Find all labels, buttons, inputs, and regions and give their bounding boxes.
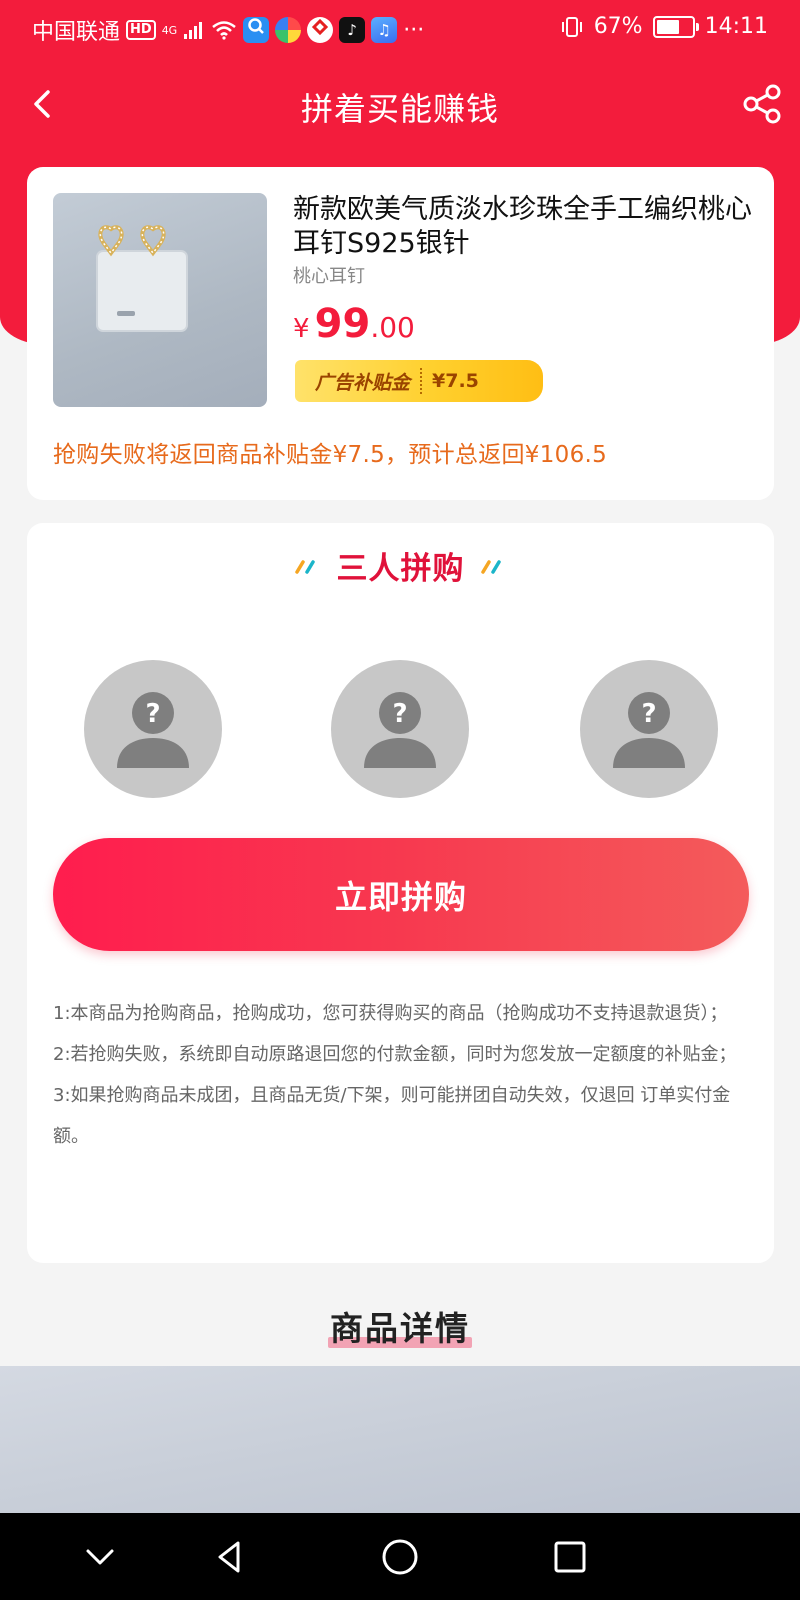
product-image[interactable] <box>53 193 267 407</box>
hd-badge: HD <box>126 20 156 40</box>
tiktok-icon: ♪ <box>339 17 366 43</box>
home-circle-icon[interactable] <box>378 1535 422 1579</box>
empty-member-slot[interactable]: ? <box>580 660 718 798</box>
wifi-icon <box>212 21 237 40</box>
group-buy-title: 三人拼购 <box>336 551 465 587</box>
rule-item: 3:如果抢购商品未成团，且商品无货/下架，则可能拼团自动失效，仅退回 订单实付金… <box>53 1085 731 1147</box>
slash-decoration-icon <box>294 559 315 574</box>
recent-apps-square-icon[interactable] <box>548 1535 592 1579</box>
chevron-down-icon[interactable] <box>78 1535 122 1579</box>
product-title[interactable]: 新款欧美气质淡水珍珠全手工编织桃心耳钉S925银针 <box>293 193 753 261</box>
system-nav-bar <box>0 1513 800 1600</box>
product-details-header: 商品详情 <box>0 1302 800 1350</box>
slot-question-mark: ? <box>641 699 656 729</box>
price-integer: 99 <box>314 301 371 347</box>
clock: 14:11 <box>704 14 768 39</box>
ad-subsidy-badge: 广告补贴金 ¥7.5 <box>295 360 543 402</box>
ad-subsidy-divider <box>420 368 423 394</box>
music-app-icon: ♫ <box>371 17 398 43</box>
page-title: 拼着买能赚钱 <box>300 90 499 128</box>
status-bar-right: 67% 14:11 <box>560 14 768 39</box>
product-details-title: 商品详情 <box>328 1302 472 1350</box>
rule-item: 1:本商品为抢购商品，抢购成功，您可获得购买的商品（抢购成功不支持退款退货）； <box>53 1003 728 1024</box>
price-currency: ¥ <box>293 314 310 344</box>
slot-question-mark: ? <box>145 699 160 729</box>
battery-icon <box>652 15 699 38</box>
app-notification-icon <box>307 17 334 43</box>
unknown-user-icon: ? <box>613 692 685 768</box>
ad-subsidy-label: 广告补贴金 <box>315 371 411 394</box>
ad-subsidy-value: ¥7.5 <box>432 370 479 392</box>
group-buy-card: 三人拼购 ? ? ? 立即拼购 1:本商品为抢购商品，抢购成功，您可获得购买的商… <box>27 523 774 1263</box>
group-buy-header: 三人拼购 <box>27 543 774 588</box>
signal-icon <box>184 22 203 39</box>
refund-note: 抢购失败将返回商品补贴金¥7.5，预计总返回¥106.5 <box>53 442 608 468</box>
slash-decoration-icon <box>480 559 501 574</box>
battery-level <box>656 19 680 34</box>
app-notification-icon <box>275 17 302 43</box>
nav-bar: 拼着买能赚钱 <box>0 70 800 140</box>
status-bar: 中国联通 HD 4G ♪ ♫ ··· 67% 14:11 <box>0 0 800 55</box>
price-decimal: .00 <box>370 311 415 344</box>
carrier-label: 中国联通 <box>32 20 121 45</box>
status-bar-left: 中国联通 HD 4G ♪ ♫ ··· <box>32 14 424 46</box>
unknown-user-icon: ? <box>117 692 189 768</box>
network-label: 4G <box>161 23 178 37</box>
unknown-user-icon: ? <box>364 692 436 768</box>
product-detail-image <box>0 1366 800 1513</box>
vibrate-icon <box>561 16 582 37</box>
empty-member-slot[interactable]: ? <box>331 660 469 798</box>
app-notification-icon <box>243 17 270 43</box>
product-card[interactable]: 新款欧美气质淡水珍珠全手工编织桃心耳钉S925银针 桃心耳钉 ¥ 99.00 广… <box>27 167 774 500</box>
more-notifications-icon: ··· <box>403 17 425 43</box>
slot-question-mark: ? <box>392 699 407 729</box>
rules-list: 1:本商品为抢购商品，抢购成功，您可获得购买的商品（抢购成功不支持退款退货）； … <box>53 993 753 1157</box>
share-icon[interactable] <box>740 82 784 126</box>
empty-member-slot[interactable]: ? <box>84 660 222 798</box>
product-price: ¥ 99.00 <box>293 301 415 347</box>
earrings-photo <box>96 225 188 332</box>
battery-percent: 67% <box>593 14 643 39</box>
rule-item: 2:若抢购失败，系统即自动原路退回您的付款金额，同时为您发放一定额度的补贴金； <box>53 1044 737 1065</box>
product-variant: 桃心耳钉 <box>293 266 365 287</box>
join-group-buy-button[interactable]: 立即拼购 <box>53 838 749 951</box>
back-triangle-icon[interactable] <box>208 1535 252 1579</box>
